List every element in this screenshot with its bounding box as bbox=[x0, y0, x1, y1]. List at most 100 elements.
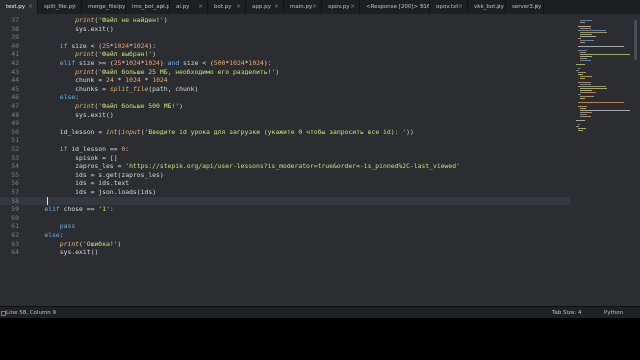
tab-close-icon[interactable]: × bbox=[28, 0, 33, 14]
code-line[interactable]: 49 bbox=[0, 119, 570, 128]
code-line[interactable]: 46 else: bbox=[0, 93, 570, 102]
line-number: 47 bbox=[11, 102, 19, 110]
minimap-line bbox=[578, 82, 591, 83]
tab-12[interactable]: server3.py × bbox=[506, 0, 544, 14]
code-line[interactable]: 62 else: bbox=[0, 231, 570, 240]
tab-close-icon[interactable]: × bbox=[236, 0, 241, 14]
tab-2[interactable]: merge_file.py × bbox=[82, 0, 126, 14]
code-line[interactable]: 44 chunk = 24 * 1024 * 1024 bbox=[0, 76, 570, 85]
tab-5[interactable]: bot.py × bbox=[208, 0, 246, 14]
code-line[interactable]: 59 elif chose == '1': bbox=[0, 205, 570, 214]
code-text: pass bbox=[59, 222, 76, 231]
line-number: 59 bbox=[11, 205, 19, 214]
code-line[interactable]: 39 bbox=[0, 33, 570, 42]
minimap-line bbox=[580, 98, 585, 99]
minimap-line bbox=[576, 64, 585, 65]
code-text: ids = s.get(zapros_les) bbox=[29, 170, 164, 179]
code-line[interactable]: 51 bbox=[0, 136, 570, 145]
minimap-line bbox=[578, 102, 624, 103]
code-line[interactable]: 63 print('Ошибка!') bbox=[0, 240, 570, 249]
minimap-line bbox=[578, 26, 591, 27]
tab-label: opov.py bbox=[328, 4, 350, 10]
minimap-line bbox=[578, 130, 583, 131]
code-line[interactable]: 45 chunks = split_file(path, chunk) bbox=[0, 85, 570, 94]
code-text: sys.exit() bbox=[29, 110, 114, 119]
tab-close-icon[interactable]: × bbox=[198, 0, 203, 14]
minimap-line bbox=[578, 128, 586, 129]
code-line[interactable]: 58 bbox=[0, 196, 570, 206]
tab-close-icon[interactable]: × bbox=[534, 0, 539, 14]
code-line[interactable]: 41 print('Файл выбран!') bbox=[0, 50, 570, 59]
minimap-line bbox=[580, 110, 630, 111]
tab-4[interactable]: ai.py × bbox=[170, 0, 208, 14]
code-text: id_lesson = int(input('Введите id урока … bbox=[29, 127, 414, 136]
minimap-line bbox=[580, 78, 585, 79]
tab-1[interactable]: split_file.py × bbox=[38, 0, 82, 14]
syntax-mode[interactable]: Python bbox=[604, 307, 623, 318]
minimap-line bbox=[580, 108, 586, 109]
code-line[interactable]: 50 id_lesson = int(input('Введите id уро… bbox=[0, 128, 570, 137]
code-text: print('Файл выбран!') bbox=[75, 50, 157, 59]
cursor-position[interactable]: Line 58, Column 9 bbox=[6, 307, 56, 318]
tab-8[interactable]: opov.py × bbox=[322, 0, 360, 14]
code-line[interactable]: 40 if size < (25*1024*1024): bbox=[0, 42, 570, 51]
tab-11[interactable]: vkk_bot.py × bbox=[468, 0, 506, 14]
minimap-line bbox=[576, 120, 585, 121]
code-line[interactable]: 56 ids = ids.text bbox=[0, 179, 570, 188]
tab-6[interactable]: app.py × bbox=[246, 0, 284, 14]
line-number: 54 bbox=[11, 162, 19, 171]
tab-9[interactable]: <Response [200]> 5166170623× bbox=[360, 0, 430, 14]
code-line[interactable]: 43 print('Файл больше 25 МБ, необходимо … bbox=[0, 68, 570, 77]
code-line[interactable]: 47 print('Файл больше 500 МБ!') bbox=[0, 102, 570, 111]
line-number: 40 bbox=[11, 41, 19, 50]
minimap-line bbox=[580, 42, 585, 43]
tab-close-icon[interactable]: × bbox=[420, 0, 425, 14]
code-line[interactable]: 38 sys.exit() bbox=[0, 25, 570, 34]
code-text: else: bbox=[59, 93, 80, 102]
minimap-line bbox=[580, 58, 587, 59]
tab-7[interactable]: main.py × bbox=[284, 0, 322, 14]
tab-3[interactable]: lms_bot_api.py × bbox=[126, 0, 170, 14]
tab-close-icon[interactable]: × bbox=[72, 0, 77, 14]
code-line[interactable]: 42 elif size >= (25*1024*1024) and size … bbox=[0, 59, 570, 68]
code-line[interactable]: 48 sys.exit() bbox=[0, 111, 570, 120]
tab-label: bot.py bbox=[214, 4, 232, 10]
minimap-line bbox=[580, 112, 592, 113]
line-number: 43 bbox=[11, 67, 19, 76]
scrollbar-thumb[interactable] bbox=[634, 20, 637, 60]
tab-label: opov.txt bbox=[436, 4, 459, 10]
tab-bar: test.py × split_file.py × merge_file.py × lms_… bbox=[0, 0, 640, 14]
minimap-line bbox=[580, 96, 594, 97]
tab-close-icon[interactable]: × bbox=[160, 0, 165, 14]
code-line[interactable]: 55 ids = s.get(zapros_les) bbox=[0, 171, 570, 180]
code-text: sys.exit() bbox=[29, 248, 99, 257]
code-line[interactable]: 37 print('Файл не найден!') bbox=[0, 16, 570, 25]
tab-close-icon[interactable]: × bbox=[274, 0, 279, 14]
tab-close-icon[interactable]: × bbox=[350, 0, 355, 14]
code-line[interactable]: 64 sys.exit() bbox=[0, 248, 570, 257]
minimap-line bbox=[580, 52, 586, 53]
tab-0[interactable]: test.py × bbox=[0, 0, 38, 14]
tab-close-icon[interactable]: × bbox=[458, 0, 463, 14]
tab-close-icon[interactable]: × bbox=[312, 0, 317, 14]
code-editor[interactable]: 37 print('Файл не найден!') 38 sys.exit()… bbox=[0, 14, 570, 304]
minimap[interactable] bbox=[570, 14, 640, 304]
line-number: 48 bbox=[11, 110, 19, 119]
tab-close-icon[interactable]: × bbox=[496, 0, 501, 14]
code-line[interactable]: 57 ids = json.loads(ids) bbox=[0, 188, 570, 197]
code-line[interactable]: 60 bbox=[0, 214, 570, 223]
minimap-line bbox=[580, 40, 594, 41]
code-line[interactable]: 54 zapros_les = 'https://stepik.org/api/… bbox=[0, 162, 570, 171]
line-number: 58 bbox=[11, 196, 19, 205]
tab-size[interactable]: Tab Size: 4 bbox=[552, 307, 581, 318]
line-number: 62 bbox=[11, 231, 19, 239]
code-line[interactable]: 61 pass bbox=[0, 222, 570, 231]
tab-close-icon[interactable]: × bbox=[116, 0, 121, 14]
line-number: 61 bbox=[11, 222, 19, 231]
tab-10[interactable]: opov.txt × bbox=[430, 0, 468, 14]
code-line[interactable]: 53 spisok = [] bbox=[0, 154, 570, 163]
code-line[interactable]: 52 if id_lesson == 0: bbox=[0, 145, 570, 154]
minimap-line bbox=[580, 28, 591, 29]
code-text: spisok = [] bbox=[29, 153, 118, 162]
line-number: 63 bbox=[11, 239, 19, 248]
